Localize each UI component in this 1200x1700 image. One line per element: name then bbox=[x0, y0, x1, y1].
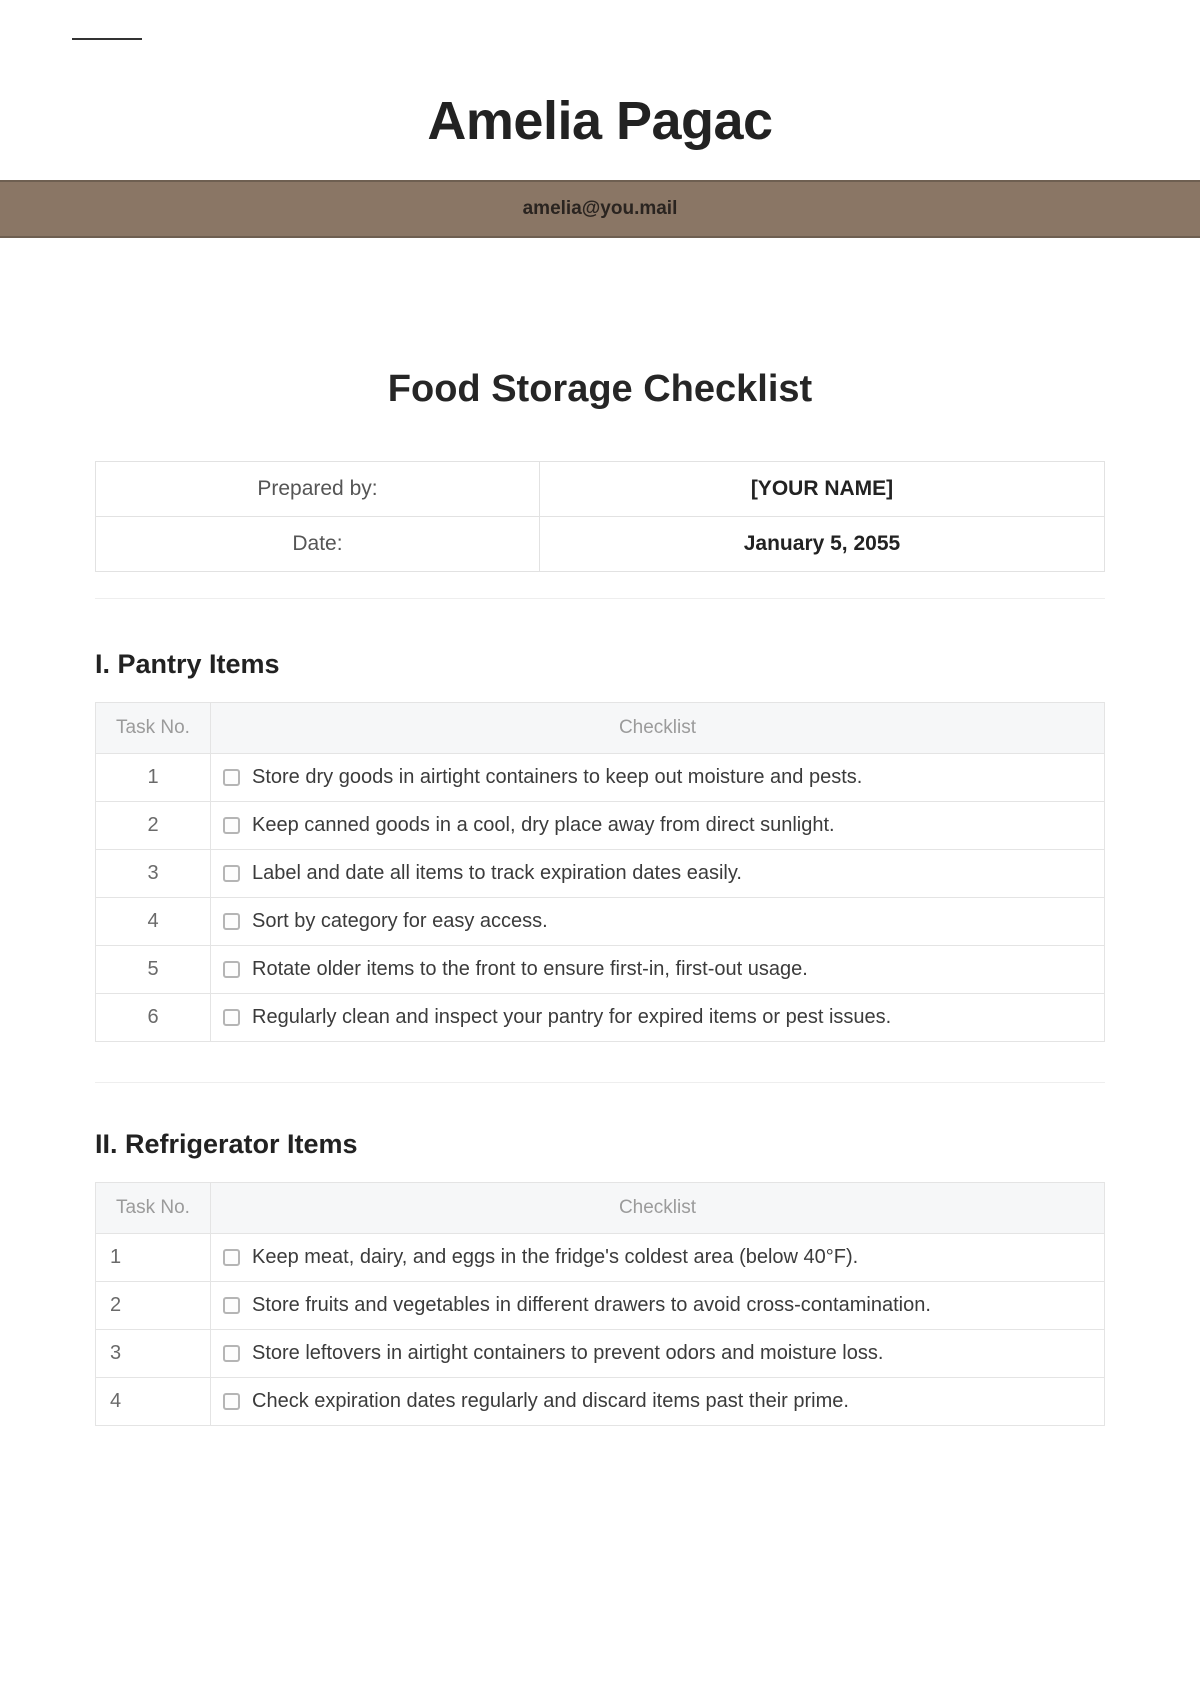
header-line-decoration bbox=[72, 38, 142, 40]
col-checklist: Checklist bbox=[211, 1183, 1105, 1234]
pantry-table: Task No. Checklist 1 Store dry goods in … bbox=[95, 702, 1105, 1042]
checkbox-icon[interactable] bbox=[223, 769, 240, 786]
table-row: 3 Label and date all items to track expi… bbox=[96, 850, 1105, 898]
divider bbox=[95, 598, 1105, 599]
task-text: Keep canned goods in a cool, dry place a… bbox=[252, 814, 835, 837]
date-value: January 5, 2055 bbox=[539, 517, 1104, 572]
author-email: amelia@you.mail bbox=[523, 198, 678, 219]
task-number: 3 bbox=[96, 1330, 211, 1378]
task-text: Store dry goods in airtight containers t… bbox=[252, 766, 862, 789]
email-bar: amelia@you.mail bbox=[0, 180, 1200, 238]
task-text: Keep meat, dairy, and eggs in the fridge… bbox=[252, 1246, 858, 1269]
task-number: 5 bbox=[96, 946, 211, 994]
table-row: 5 Rotate older items to the front to ens… bbox=[96, 946, 1105, 994]
date-label: Date: bbox=[96, 517, 540, 572]
task-text: Sort by category for easy access. bbox=[252, 910, 548, 933]
refrigerator-table: Task No. Checklist 1 Keep meat, dairy, a… bbox=[95, 1182, 1105, 1426]
checkbox-icon[interactable] bbox=[223, 1009, 240, 1026]
checkbox-icon[interactable] bbox=[223, 865, 240, 882]
table-row: 2 Store fruits and vegetables in differe… bbox=[96, 1282, 1105, 1330]
checkbox-icon[interactable] bbox=[223, 913, 240, 930]
task-number: 1 bbox=[96, 754, 211, 802]
table-row: 4 Sort by category for easy access. bbox=[96, 898, 1105, 946]
col-task-no: Task No. bbox=[96, 1183, 211, 1234]
col-checklist: Checklist bbox=[211, 703, 1105, 754]
section-1-title: I. Pantry Items bbox=[95, 649, 1105, 680]
task-text: Regularly clean and inspect your pantry … bbox=[252, 1006, 891, 1029]
prepared-by-label: Prepared by: bbox=[96, 462, 540, 517]
task-number: 1 bbox=[96, 1234, 211, 1282]
table-row: 1 Store dry goods in airtight containers… bbox=[96, 754, 1105, 802]
table-row: 2 Keep canned goods in a cool, dry place… bbox=[96, 802, 1105, 850]
table-row: 1 Keep meat, dairy, and eggs in the frid… bbox=[96, 1234, 1105, 1282]
divider bbox=[95, 1082, 1105, 1083]
checkbox-icon[interactable] bbox=[223, 817, 240, 834]
task-number: 2 bbox=[96, 802, 211, 850]
table-row: Prepared by: [YOUR NAME] bbox=[96, 462, 1105, 517]
task-text: Label and date all items to track expira… bbox=[252, 862, 742, 885]
checkbox-icon[interactable] bbox=[223, 961, 240, 978]
task-number: 4 bbox=[96, 898, 211, 946]
document-content: Food Storage Checklist Prepared by: [YOU… bbox=[0, 368, 1200, 1506]
checkbox-icon[interactable] bbox=[223, 1393, 240, 1410]
task-text: Store leftovers in airtight containers t… bbox=[252, 1342, 883, 1365]
task-number: 4 bbox=[96, 1378, 211, 1426]
table-row: Date: January 5, 2055 bbox=[96, 517, 1105, 572]
table-row: 6 Regularly clean and inspect your pantr… bbox=[96, 994, 1105, 1042]
task-number: 6 bbox=[96, 994, 211, 1042]
prepared-by-value: [YOUR NAME] bbox=[539, 462, 1104, 517]
task-text: Store fruits and vegetables in different… bbox=[252, 1294, 931, 1317]
section-2-title: II. Refrigerator Items bbox=[95, 1129, 1105, 1160]
checkbox-icon[interactable] bbox=[223, 1345, 240, 1362]
task-number: 3 bbox=[96, 850, 211, 898]
task-text: Check expiration dates regularly and dis… bbox=[252, 1390, 849, 1413]
info-table: Prepared by: [YOUR NAME] Date: January 5… bbox=[95, 461, 1105, 572]
checkbox-icon[interactable] bbox=[223, 1249, 240, 1266]
checkbox-icon[interactable] bbox=[223, 1297, 240, 1314]
table-row: 4 Check expiration dates regularly and d… bbox=[96, 1378, 1105, 1426]
col-task-no: Task No. bbox=[96, 703, 211, 754]
task-text: Rotate older items to the front to ensur… bbox=[252, 958, 808, 981]
document-title: Food Storage Checklist bbox=[95, 368, 1105, 411]
task-number: 2 bbox=[96, 1282, 211, 1330]
author-name: Amelia Pagac bbox=[0, 90, 1200, 152]
table-row: 3 Store leftovers in airtight containers… bbox=[96, 1330, 1105, 1378]
